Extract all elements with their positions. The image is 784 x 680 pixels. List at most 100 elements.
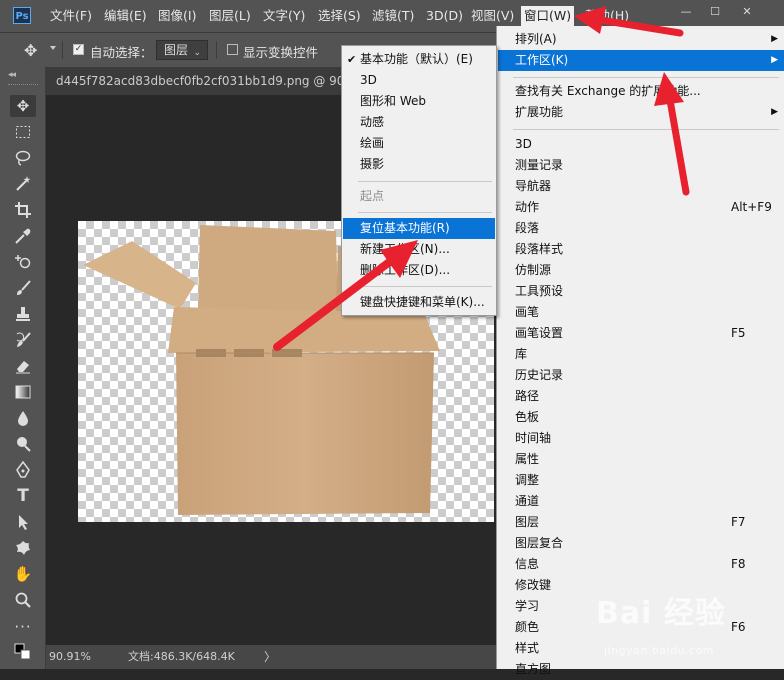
menu-item-channels[interactable]: 通道 [498,491,784,512]
menu-item-label: 画笔设置 [515,326,564,340]
menu-item-learn[interactable]: 学习 [498,596,784,617]
workspace-graphic-web[interactable]: 图形和 Web [343,91,495,112]
menu-item-label: 扩展功能 [515,105,564,119]
workspace-motion[interactable]: 动感 [343,112,495,133]
new-workspace-item[interactable]: 新建工作区(N)... [343,239,495,260]
menu-item-color[interactable]: 颜色 F6 [498,617,784,638]
dodge-tool-icon[interactable] [10,433,36,455]
keyboard-shortcuts-menus-item[interactable]: 键盘快捷键和菜单(K)... [343,292,495,313]
close-icon[interactable]: ✕ [735,4,759,20]
marquee-tool-icon[interactable] [10,121,36,143]
menu-item-3d[interactable]: 3D [498,134,784,155]
menu-item-brushes[interactable]: 画笔 [498,302,784,323]
more-tools-icon[interactable]: ··· [10,616,36,638]
photoshop-logo-icon: Ps [13,7,31,24]
workspace-painting[interactable]: 绘画 [343,133,495,154]
menu-item-properties[interactable]: 属性 [498,449,784,470]
menu-separator [513,129,779,130]
eyedropper-tool-icon[interactable] [10,225,36,247]
menu-select[interactable]: 选择(S) [318,0,361,32]
menu-item-label: 库 [515,347,528,361]
menu-item-label: 样式 [515,641,540,655]
menu-item-timeline[interactable]: 时间轴 [498,428,784,449]
menu-item-label: 画笔 [515,305,540,319]
clone-stamp-tool-icon[interactable] [10,303,36,325]
move-icon[interactable]: ✥ [24,41,37,60]
hand-tool-icon[interactable]: ✋ [10,563,36,585]
status-bar: 90.91% 文档:486.3K/648.4K 〉 [46,645,496,669]
custom-shape-tool-icon[interactable] [10,537,36,559]
menu-item-layer-comps[interactable]: 图层复合 [498,533,784,554]
move-tool-icon[interactable]: ✥ [10,95,36,117]
status-menu-arrow-icon[interactable]: 〉 [264,645,276,669]
menu-item-paragraph-styles[interactable]: 段落样式 [498,239,784,260]
workspace-photography[interactable]: 摄影 [343,154,495,175]
menu-item-info[interactable]: 信息 F8 [498,554,784,575]
menu-item-tool-presets[interactable]: 工具预设 [498,281,784,302]
tools-panel: ◂◂ ✥ T ✋ ··· [0,66,46,669]
healing-brush-tool-icon[interactable] [10,251,36,273]
menu-item-history[interactable]: 历史记录 [498,365,784,386]
menu-item-measurement-log[interactable]: 测量记录 [498,155,784,176]
workspace-essentials-default[interactable]: ✔ 基本功能（默认）(E) [343,49,495,70]
menu-item-label: 动感 [360,115,385,129]
menu-item-workspace[interactable]: 工作区(K) ▶ [498,50,784,71]
menu-filter[interactable]: 滤镜(T) [372,0,414,32]
menu-item-modifier-keys[interactable]: 修改键 [498,575,784,596]
collapse-panel-icon[interactable]: ◂◂ [8,70,16,80]
menu-item-label: 3D [360,73,377,87]
gradient-tool-icon[interactable] [10,381,36,403]
lasso-tool-icon[interactable] [10,147,36,169]
menu-item-paragraph[interactable]: 段落 [498,218,784,239]
zoom-tool-icon[interactable] [10,589,36,611]
menu-item-adjustments[interactable]: 调整 [498,470,784,491]
color-swatches-icon[interactable] [10,641,36,663]
auto-select-target-value: 图层 [164,43,189,57]
auto-select-checkbox[interactable]: ✓ [73,44,84,55]
menu-item-find-extensions[interactable]: 查找有关 Exchange 的扩展功能... [498,81,784,102]
menu-item-brush-settings[interactable]: 画笔设置 F5 [498,323,784,344]
menu-item-histogram[interactable]: 直方图 [498,659,784,680]
menu-3d[interactable]: 3D(D) [426,0,463,32]
menu-type[interactable]: 文字(Y) [263,0,305,32]
menu-item-label: 图形和 Web [360,94,426,108]
menu-image[interactable]: 图像(I) [158,0,196,32]
panel-grip[interactable] [8,84,38,87]
workspace-submenu: ✔ 基本功能（默认）(E) 3D 图形和 Web 动感 绘画 摄影 起点 复位基本… [341,45,497,316]
delete-workspace-item[interactable]: 删除工作区(D)... [343,260,495,281]
brush-tool-icon[interactable] [10,277,36,299]
pen-tool-icon[interactable] [10,459,36,481]
menu-item-paths[interactable]: 路径 [498,386,784,407]
maximize-icon[interactable]: ☐ [703,4,727,20]
menu-item-styles[interactable]: 样式 [498,638,784,659]
menu-item-arrange[interactable]: 排列(A) ▶ [498,29,784,50]
menu-window[interactable]: 窗口(W) [521,6,575,26]
reset-essentials-item[interactable]: 复位基本功能(R) [343,218,495,239]
menu-item-actions[interactable]: 动作 Alt+F9 [498,197,784,218]
workspace-3d[interactable]: 3D [343,70,495,91]
tool-preset-caret-icon[interactable] [50,46,56,50]
workspace-start: 起点 [343,186,495,207]
show-transform-checkbox[interactable] [227,44,238,55]
menu-item-extensions[interactable]: 扩展功能 ▶ [498,102,784,123]
zoom-level[interactable]: 90.91% [49,645,91,669]
type-tool-icon[interactable]: T [10,485,36,507]
path-selection-tool-icon[interactable] [10,511,36,533]
menu-item-swatches[interactable]: 色板 [498,407,784,428]
minimize-icon[interactable]: — [674,4,698,20]
menu-edit[interactable]: 编辑(E) [104,0,147,32]
crop-tool-icon[interactable] [10,199,36,221]
menu-file[interactable]: 文件(F) [50,0,92,32]
magic-wand-tool-icon[interactable] [10,173,36,195]
auto-select-target-dropdown[interactable]: 图层 ⌄ [156,40,208,60]
menu-item-libraries[interactable]: 库 [498,344,784,365]
history-brush-tool-icon[interactable] [10,329,36,351]
menu-item-navigator[interactable]: 导航器 [498,176,784,197]
menu-item-label: 历史记录 [515,368,564,382]
eraser-tool-icon[interactable] [10,355,36,377]
menu-item-layers[interactable]: 图层 F7 [498,512,784,533]
menu-item-clone-source[interactable]: 仿制源 [498,260,784,281]
menu-layer[interactable]: 图层(L) [209,0,251,32]
document-tab[interactable]: d445f782acd83dbecf0fb2cf031bb1d9.png @ 9… [46,67,342,95]
blur-tool-icon[interactable] [10,407,36,429]
